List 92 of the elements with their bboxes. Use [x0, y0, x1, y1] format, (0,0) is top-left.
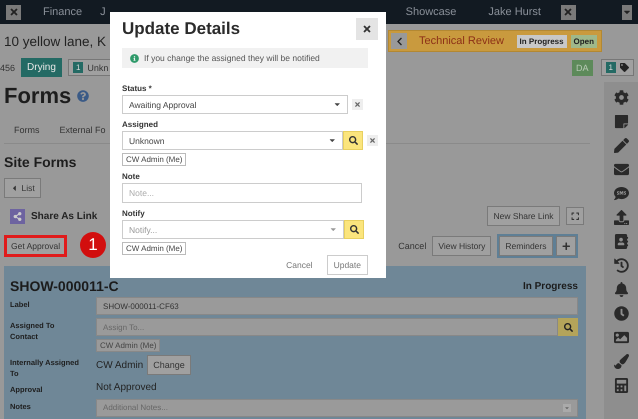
- contact-book-icon[interactable]: [614, 234, 628, 249]
- tab[interactable]: Forms: [14, 125, 40, 135]
- close-icon: [362, 24, 372, 34]
- info-text: If you change the assigned they will be notified: [144, 53, 320, 63]
- status-badge: Drying: [21, 58, 62, 77]
- expand-icon: [570, 212, 579, 220]
- note-icon[interactable]: [614, 114, 628, 129]
- back-button[interactable]: [391, 33, 407, 49]
- close-button[interactable]: [356, 18, 378, 40]
- history-icon[interactable]: [614, 258, 628, 273]
- clear-button[interactable]: [367, 135, 378, 146]
- close-button[interactable]: [560, 4, 576, 20]
- image-icon[interactable]: [614, 330, 628, 345]
- close-button[interactable]: [6, 4, 21, 20]
- search-icon: [348, 136, 358, 145]
- calculator-icon[interactable]: [614, 378, 628, 393]
- update-button[interactable]: Update: [326, 255, 368, 275]
- contact-chip: CW Admin (Me): [122, 153, 186, 166]
- brush-icon[interactable]: [614, 354, 628, 369]
- caret-icon: [332, 100, 341, 109]
- sms-bubble-icon[interactable]: [614, 186, 628, 201]
- clock-icon[interactable]: [614, 306, 628, 321]
- status-select[interactable]: Awaiting Approval: [122, 95, 348, 114]
- user-badge: DA: [572, 60, 593, 76]
- nav-item[interactable]: Finance: [43, 6, 82, 18]
- field-label: Notify: [122, 209, 146, 218]
- pen-icon[interactable]: [614, 138, 628, 153]
- close-icon: [8, 7, 18, 17]
- list-button[interactable]: List: [4, 178, 41, 198]
- add-button[interactable]: [556, 236, 576, 256]
- dialog-title: Update Details: [122, 19, 240, 39]
- search-icon: [350, 225, 358, 234]
- assignee-name: CW Admin: [96, 360, 144, 370]
- caret-icon: [563, 404, 571, 412]
- tab[interactable]: External Fo: [60, 125, 106, 135]
- share-link-label[interactable]: Share As Link: [31, 210, 98, 222]
- get-approval-button[interactable]: Get Approval: [4, 235, 68, 257]
- change-button[interactable]: Change: [147, 355, 191, 375]
- close-icon: [354, 101, 361, 108]
- page-title: Forms: [4, 83, 72, 109]
- tag-count: 1: [606, 62, 616, 73]
- gear-icon[interactable]: [614, 90, 628, 105]
- count-number: 1: [72, 62, 84, 73]
- tag-icon: [620, 63, 629, 72]
- cancel-link[interactable]: Cancel: [398, 241, 426, 251]
- search-icon: [564, 322, 572, 332]
- form-title: SHOW-000011-C: [10, 278, 119, 294]
- help-icon[interactable]: [77, 90, 90, 102]
- clear-button[interactable]: [352, 99, 363, 110]
- field-label: Status *: [122, 84, 153, 93]
- new-share-link-button[interactable]: New Share Link: [487, 206, 560, 226]
- caret-icon: [10, 184, 18, 192]
- contact-chip: CW Admin (Me): [96, 339, 160, 352]
- label-field[interactable]: SHOW-000011-CF63: [96, 297, 578, 315]
- history-button[interactable]: View History: [432, 236, 492, 256]
- status-tag: Open: [570, 34, 597, 48]
- caret-icon: [328, 225, 337, 234]
- plus-icon: [562, 242, 570, 250]
- form-status: In Progress: [522, 280, 578, 292]
- nav-item[interactable]: J: [100, 6, 106, 18]
- share-icon: [10, 208, 25, 224]
- caret-icon: [328, 136, 336, 145]
- step-marker: 1: [80, 232, 106, 258]
- count-label: Unkn: [87, 62, 108, 72]
- search-button[interactable]: [344, 220, 364, 239]
- section-title: Site Forms: [4, 154, 76, 170]
- lookup-select[interactable]: Unknown: [122, 131, 344, 150]
- search-button[interactable]: [558, 318, 578, 336]
- info-icon: [130, 54, 139, 62]
- cancel-button[interactable]: Cancel: [280, 259, 319, 271]
- job-address: 10 yellow lane, K: [4, 34, 106, 48]
- reminders-button[interactable]: Reminders: [499, 236, 552, 256]
- close-icon: [369, 137, 376, 144]
- stage-name: Technical Review: [419, 35, 505, 47]
- job-number: 456: [0, 62, 16, 72]
- field-label: Note: [122, 172, 141, 181]
- dropdown-button[interactable]: [622, 4, 632, 20]
- status-tag: In Progress: [516, 34, 567, 48]
- tag-button[interactable]: 1: [600, 59, 634, 76]
- envelope-icon[interactable]: [614, 162, 628, 177]
- lookup-select[interactable]: Notify...: [122, 220, 344, 239]
- bell-icon[interactable]: [614, 282, 628, 297]
- search-button[interactable]: [343, 131, 364, 150]
- contact-chip: CW Admin (Me): [122, 242, 186, 255]
- nav-item[interactable]: Showcase: [406, 6, 456, 18]
- chevron-icon: [394, 36, 404, 46]
- fullscreen-button[interactable]: [566, 206, 584, 226]
- close-icon: [563, 7, 574, 17]
- nav-item[interactable]: Jake Hurst: [488, 6, 541, 18]
- upload-icon[interactable]: [614, 210, 628, 225]
- approval-status: Not Approved: [96, 382, 158, 393]
- field-label: Assigned: [122, 120, 160, 129]
